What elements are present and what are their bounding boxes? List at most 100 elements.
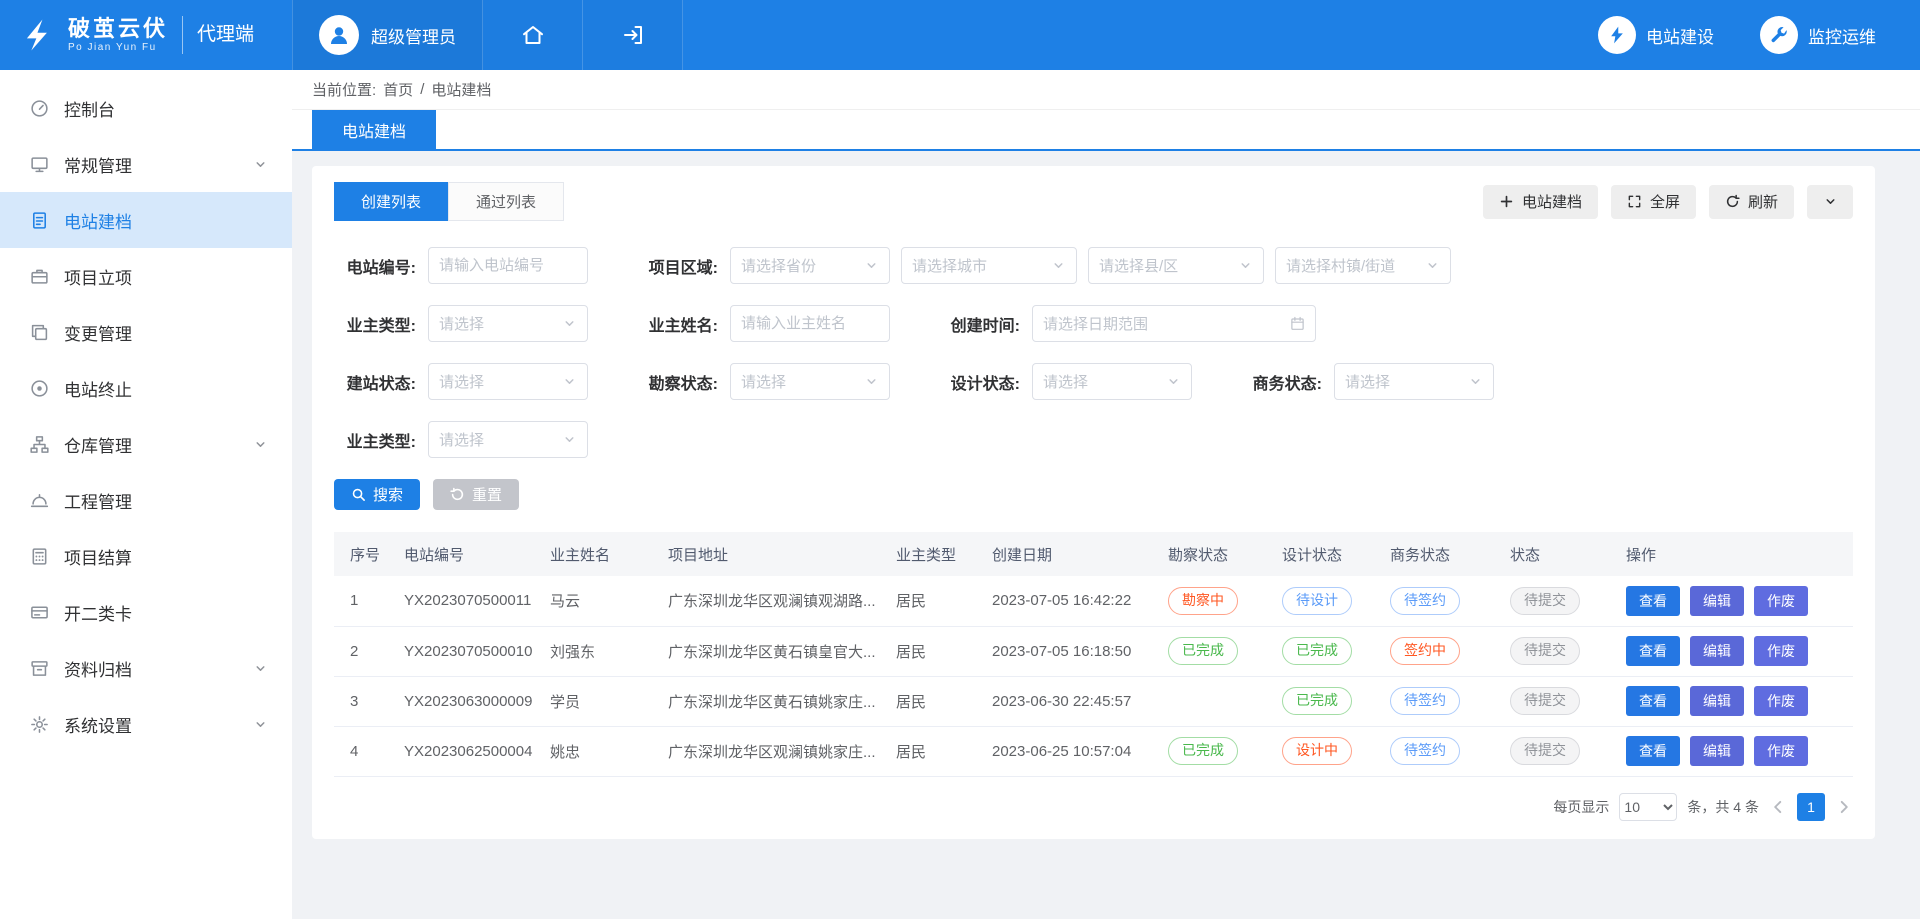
column-header: 创建日期 <box>980 532 1156 576</box>
filter-label: 建站状态: <box>334 370 416 394</box>
next-page-button[interactable] <box>1835 798 1853 816</box>
row-index: 4 <box>334 726 392 776</box>
row-index: 2 <box>334 626 392 676</box>
sidebar-item-project-settlement[interactable]: 项目结算 <box>0 528 292 584</box>
quick-link-station-construction[interactable]: 电站建设 <box>1598 16 1714 54</box>
create-time-input[interactable]: 请选择日期范围 <box>1032 305 1316 342</box>
build-status-select[interactable]: 请选择 <box>428 363 588 400</box>
view-button[interactable]: 查看 <box>1626 686 1680 716</box>
logo-icon <box>18 15 58 55</box>
filter-form: 电站编号:项目区域:请选择省份请选择城市请选择县/区请选择村镇/街道业主类型:请… <box>334 247 1853 458</box>
status-badge: 待设计 <box>1282 587 1352 615</box>
status-badge: 待提交 <box>1510 637 1580 665</box>
design-status-select[interactable]: 请选择 <box>1032 363 1192 400</box>
business-status-select[interactable]: 请选择 <box>1334 363 1494 400</box>
survey-status-select[interactable]: 请选择 <box>730 363 890 400</box>
actions-cell: 查看编辑作废 <box>1614 676 1853 726</box>
collapse-button[interactable] <box>1807 185 1853 219</box>
survey-status-cell <box>1156 676 1270 726</box>
page-tab-station-archive[interactable]: 电站建档 <box>312 110 436 149</box>
void-button[interactable]: 作废 <box>1754 686 1808 716</box>
station-id-input[interactable] <box>428 247 588 284</box>
sidebar-item-general-management[interactable]: 常规管理 <box>0 136 292 192</box>
table-row: 2YX2023070500010刘强东广东深圳龙华区黄石镇皇官大...居民202… <box>334 626 1853 676</box>
edit-button[interactable]: 编辑 <box>1690 686 1744 716</box>
reset-button[interactable]: 重置 <box>433 479 519 510</box>
filter-label: 电站编号: <box>334 254 416 278</box>
breadcrumb-home[interactable]: 首页 <box>383 79 413 100</box>
station-id-cell: YX2023070500011 <box>392 576 538 626</box>
sidebar-item-engineering-management[interactable]: 工程管理 <box>0 472 292 528</box>
status-cell: 待提交 <box>1498 726 1614 776</box>
page-tab-bar: 电站建档 <box>292 110 1920 151</box>
wrench-icon-circle <box>1760 16 1798 54</box>
sidebar-item-system-settings[interactable]: 系统设置 <box>0 696 292 752</box>
create-station-button[interactable]: 电站建档 <box>1483 185 1598 219</box>
prev-page-button[interactable] <box>1769 798 1787 816</box>
card-header: 创建列表通过列表 电站建档全屏刷新 <box>334 182 1853 221</box>
table-header: 序号电站编号业主姓名项目地址业主类型创建日期勘察状态设计状态商务状态状态操作 <box>334 532 1853 576</box>
view-button[interactable]: 查看 <box>1626 736 1680 766</box>
view-button[interactable]: 查看 <box>1626 636 1680 666</box>
placeholder-text: 请选择 <box>439 313 562 334</box>
owner-type-2-select[interactable]: 请选择 <box>428 421 588 458</box>
placeholder-text: 请选择 <box>439 371 562 392</box>
search-icon <box>351 487 366 502</box>
select-caret-icon <box>562 432 577 447</box>
sidebar-item-label: 变更管理 <box>64 320 268 345</box>
sidebar-item-type2-card[interactable]: 开二类卡 <box>0 584 292 640</box>
file-doc-icon <box>30 211 49 230</box>
search-button[interactable]: 搜索 <box>334 479 420 510</box>
target-icon <box>30 379 49 398</box>
chevron-down-icon <box>253 661 268 676</box>
void-button[interactable]: 作废 <box>1754 586 1808 616</box>
home-button[interactable] <box>483 0 583 70</box>
quick-link-monitoring-operations[interactable]: 监控运维 <box>1760 16 1876 54</box>
fullscreen-button[interactable]: 全屏 <box>1611 185 1696 219</box>
stations-table: 序号电站编号业主姓名项目地址业主类型创建日期勘察状态设计状态商务状态状态操作 1… <box>334 532 1853 777</box>
owner-name-input[interactable] <box>730 305 890 342</box>
placeholder-text: 请选择城市 <box>912 255 1051 276</box>
survey-status-cell: 已完成 <box>1156 726 1270 776</box>
sidebar-item-station-termination[interactable]: 电站终止 <box>0 360 292 416</box>
status-badge: 已完成 <box>1168 737 1238 765</box>
tab-create-list[interactable]: 创建列表 <box>334 182 448 221</box>
sidebar-item-change-management[interactable]: 变更管理 <box>0 304 292 360</box>
sidebar-item-warehouse-management[interactable]: 仓库管理 <box>0 416 292 472</box>
refresh-button[interactable]: 刷新 <box>1709 185 1794 219</box>
user-menu[interactable]: 超级管理员 <box>292 0 483 70</box>
filter-owner-name: 业主姓名: <box>636 305 890 342</box>
status-badge: 待签约 <box>1390 737 1460 765</box>
sidebar-item-project-initiation[interactable]: 项目立项 <box>0 248 292 304</box>
edit-button[interactable]: 编辑 <box>1690 736 1744 766</box>
logout-button[interactable] <box>583 0 683 70</box>
logo-text: 破茧云伏 Po Jian Yun Fu <box>68 17 168 52</box>
archive-icon <box>30 659 49 678</box>
content-card: 创建列表通过列表 电站建档全屏刷新 电站编号:项目区域:请选择省份请选择城市请选… <box>312 166 1875 839</box>
page-size-select[interactable]: 10 <box>1619 793 1677 821</box>
town-select[interactable]: 请选择村镇/街道 <box>1275 247 1451 284</box>
select-caret-icon <box>1425 258 1440 273</box>
business-status-cell: 签约中 <box>1378 626 1498 676</box>
tab-passed-list[interactable]: 通过列表 <box>448 182 564 221</box>
view-button[interactable]: 查看 <box>1626 586 1680 616</box>
status-badge: 待签约 <box>1390 587 1460 615</box>
portal-label: 代理端 <box>182 16 254 54</box>
sidebar-item-data-archive[interactable]: 资料归档 <box>0 640 292 696</box>
owner-type-select[interactable]: 请选择 <box>428 305 588 342</box>
void-button[interactable]: 作废 <box>1754 636 1808 666</box>
status-badge: 待提交 <box>1510 687 1580 715</box>
district-select[interactable]: 请选择县/区 <box>1088 247 1264 284</box>
edit-button[interactable]: 编辑 <box>1690 636 1744 666</box>
sidebar-item-console[interactable]: 控制台 <box>0 80 292 136</box>
status-badge: 设计中 <box>1282 737 1352 765</box>
province-select[interactable]: 请选择省份 <box>730 247 890 284</box>
business-status-cell: 待签约 <box>1378 726 1498 776</box>
select-caret-icon <box>1051 258 1066 273</box>
city-select[interactable]: 请选择城市 <box>901 247 1077 284</box>
sidebar-item-station-archive[interactable]: 电站建档 <box>0 192 292 248</box>
edit-button[interactable]: 编辑 <box>1690 586 1744 616</box>
void-button[interactable]: 作废 <box>1754 736 1808 766</box>
topbar: 破茧云伏 Po Jian Yun Fu 代理端 超级管理员 电站建设 监控运维 <box>0 0 1920 70</box>
current-page[interactable]: 1 <box>1797 793 1825 821</box>
